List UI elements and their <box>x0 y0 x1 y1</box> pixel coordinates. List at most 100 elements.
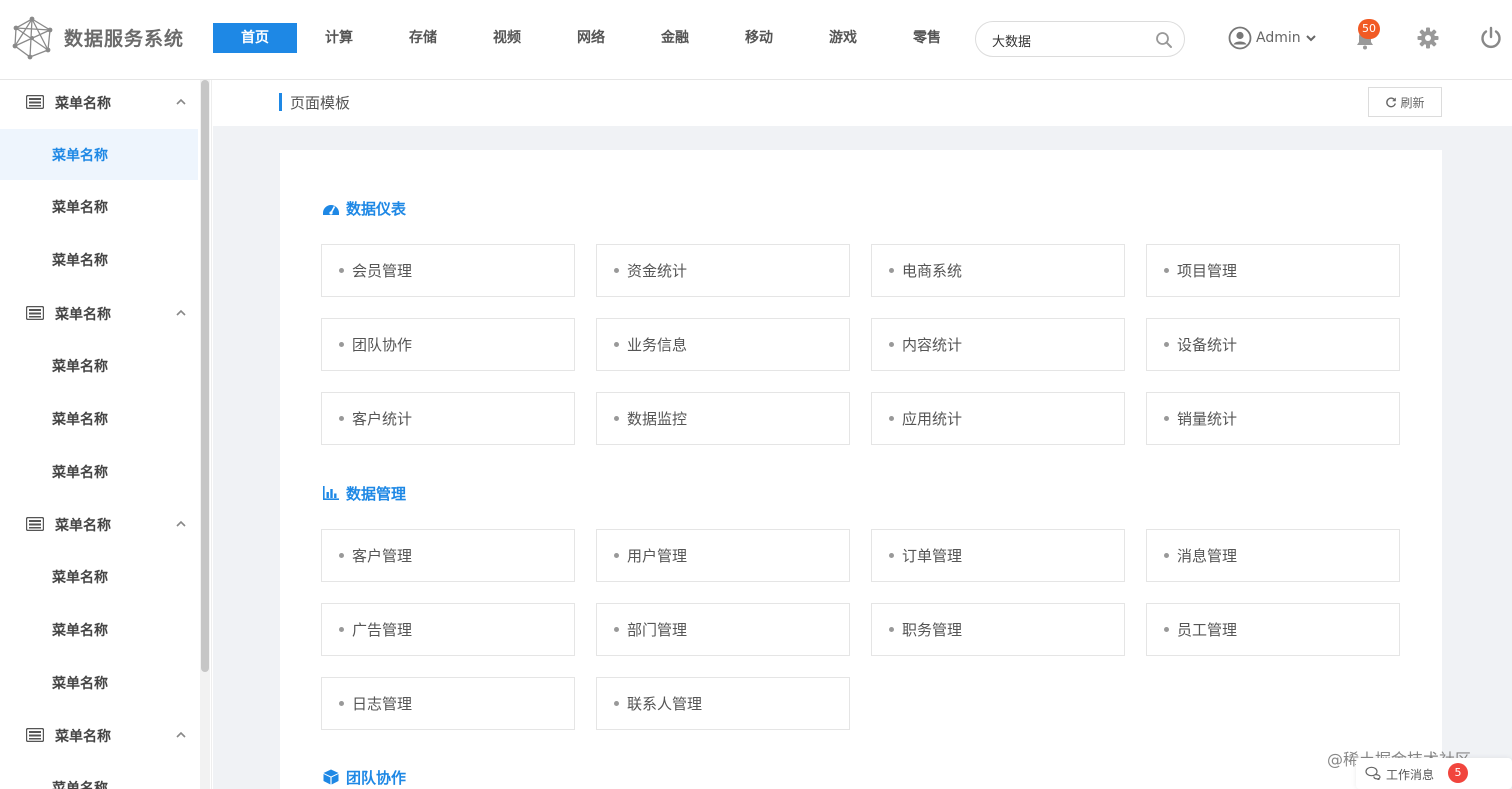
sidebar-menu-item[interactable]: 菜单名称 <box>0 234 198 285</box>
card-label: 用户管理 <box>627 547 688 565</box>
menu-item-label: 菜单名称 <box>52 200 108 216</box>
sidebar-menu-item-active[interactable]: 菜单名称 <box>0 129 198 180</box>
nav-item-video[interactable]: 视频 <box>465 23 549 53</box>
card-label: 项目管理 <box>1177 262 1238 280</box>
section-title: 团队协作 <box>346 768 407 787</box>
card-label: 会员管理 <box>352 262 413 280</box>
card-position-management[interactable]: 职务管理 <box>871 603 1125 656</box>
card-data-monitoring[interactable]: 数据监控 <box>596 392 850 445</box>
menu-item-label: 菜单名称 <box>52 359 108 375</box>
sidebar-group-header[interactable]: 菜单名称 <box>0 291 200 337</box>
section-title: 数据仪表 <box>346 199 407 218</box>
bullet-dot <box>339 701 344 706</box>
sidebar-scrollbar-thumb[interactable] <box>201 80 209 672</box>
bullet-dot <box>614 627 619 632</box>
bar-chart-icon <box>323 486 339 500</box>
card-label: 广告管理 <box>352 621 413 639</box>
user-menu[interactable]: Admin <box>1228 25 1318 51</box>
bullet-dot <box>1164 342 1169 347</box>
search-box <box>975 21 1185 57</box>
nav-item-compute[interactable]: 计算 <box>297 23 381 53</box>
sidebar-group-header[interactable]: 菜单名称 <box>0 713 200 759</box>
refresh-label: 刷新 <box>1400 95 1425 110</box>
refresh-icon <box>1386 97 1397 108</box>
nav-item-mobile[interactable]: 移动 <box>717 23 801 53</box>
menu-item-label: 菜单名称 <box>52 465 108 481</box>
card-sales-statistics[interactable]: 销量统计 <box>1146 392 1400 445</box>
menu-item-label: 菜单名称 <box>52 148 108 164</box>
sidebar-menu-item[interactable]: 菜单名称 <box>0 551 198 602</box>
power-icon[interactable] <box>1478 25 1504 51</box>
sidebar-group-header[interactable]: 菜单名称 <box>0 80 200 126</box>
cube-icon <box>323 769 339 785</box>
list-icon <box>26 517 44 531</box>
list-icon <box>26 728 44 742</box>
bullet-dot <box>1164 268 1169 273</box>
card-team-collaboration[interactable]: 团队协作 <box>321 318 575 371</box>
nav-item-storage[interactable]: 存储 <box>381 23 465 53</box>
sidebar-menu-item[interactable]: 菜单名称 <box>0 762 198 789</box>
card-order-management[interactable]: 订单管理 <box>871 529 1125 582</box>
page-title: 页面模板 <box>290 94 351 112</box>
card-label: 设备统计 <box>1177 336 1238 354</box>
card-label: 资金统计 <box>627 262 688 280</box>
sidebar-menu-item[interactable]: 菜单名称 <box>0 340 198 391</box>
sidebar-menu-item[interactable]: 菜单名称 <box>0 604 198 655</box>
bullet-dot <box>889 342 894 347</box>
chevron-up-icon <box>176 309 186 316</box>
nav-item-network[interactable]: 网络 <box>549 23 633 53</box>
nav-item-finance[interactable]: 金融 <box>633 23 717 53</box>
gear-icon[interactable] <box>1416 26 1440 50</box>
main-area: 页面模板 刷新 数据仪表 会员管理 资金统计 电商系统 项目管理 团队协作 业务… <box>213 80 1512 789</box>
bullet-dot <box>889 627 894 632</box>
sidebar-menu-item[interactable]: 菜单名称 <box>0 181 198 232</box>
nav-item-home[interactable]: 首页 <box>213 23 297 53</box>
sidebar-group-label: 菜单名称 <box>55 518 111 534</box>
card-content-statistics[interactable]: 内容统计 <box>871 318 1125 371</box>
sidebar-menu-item[interactable]: 菜单名称 <box>0 446 198 497</box>
user-name: Admin <box>1256 30 1301 46</box>
bullet-dot <box>614 553 619 558</box>
card-customer-management[interactable]: 客户管理 <box>321 529 575 582</box>
work-messages-button[interactable]: 工作消息 5 <box>1356 758 1512 789</box>
menu-item-label: 菜单名称 <box>52 781 108 789</box>
card-department-management[interactable]: 部门管理 <box>596 603 850 656</box>
chevron-down-icon <box>1305 35 1316 42</box>
bullet-dot <box>1164 553 1169 558</box>
card-business-info[interactable]: 业务信息 <box>596 318 850 371</box>
card-employee-management[interactable]: 员工管理 <box>1146 603 1400 656</box>
card-customer-statistics[interactable]: 客户统计 <box>321 392 575 445</box>
card-contact-management[interactable]: 联系人管理 <box>596 677 850 730</box>
sidebar-menu-item[interactable]: 菜单名称 <box>0 393 198 444</box>
card-label: 业务信息 <box>627 336 688 354</box>
nav-item-retail[interactable]: 零售 <box>885 23 969 53</box>
user-avatar-icon <box>1228 26 1252 50</box>
bullet-dot <box>339 553 344 558</box>
nav-item-game[interactable]: 游戏 <box>801 23 885 53</box>
search-input[interactable] <box>992 30 1152 50</box>
card-message-management[interactable]: 消息管理 <box>1146 529 1400 582</box>
sidebar-group-label: 菜单名称 <box>55 729 111 745</box>
refresh-button[interactable]: 刷新 <box>1368 87 1442 117</box>
card-member-management[interactable]: 会员管理 <box>321 244 575 297</box>
card-ecommerce-system[interactable]: 电商系统 <box>871 244 1125 297</box>
sidebar-group-label: 菜单名称 <box>55 96 111 112</box>
card-project-management[interactable]: 项目管理 <box>1146 244 1400 297</box>
network-logo-icon[interactable] <box>10 16 54 60</box>
card-fund-statistics[interactable]: 资金统计 <box>596 244 850 297</box>
sidebar-group-header[interactable]: 菜单名称 <box>0 502 200 548</box>
chat-icon <box>1365 766 1381 780</box>
card-label: 联系人管理 <box>627 695 703 713</box>
sidebar-menu-item[interactable]: 菜单名称 <box>0 657 198 708</box>
search-icon[interactable] <box>1154 30 1174 50</box>
card-user-management[interactable]: 用户管理 <box>596 529 850 582</box>
bullet-dot <box>1164 627 1169 632</box>
card-label: 部门管理 <box>627 621 688 639</box>
card-device-statistics[interactable]: 设备统计 <box>1146 318 1400 371</box>
card-label: 内容统计 <box>902 336 963 354</box>
sidebar-group-label: 菜单名称 <box>55 307 111 323</box>
bullet-dot <box>889 268 894 273</box>
card-log-management[interactable]: 日志管理 <box>321 677 575 730</box>
card-ad-management[interactable]: 广告管理 <box>321 603 575 656</box>
card-app-statistics[interactable]: 应用统计 <box>871 392 1125 445</box>
